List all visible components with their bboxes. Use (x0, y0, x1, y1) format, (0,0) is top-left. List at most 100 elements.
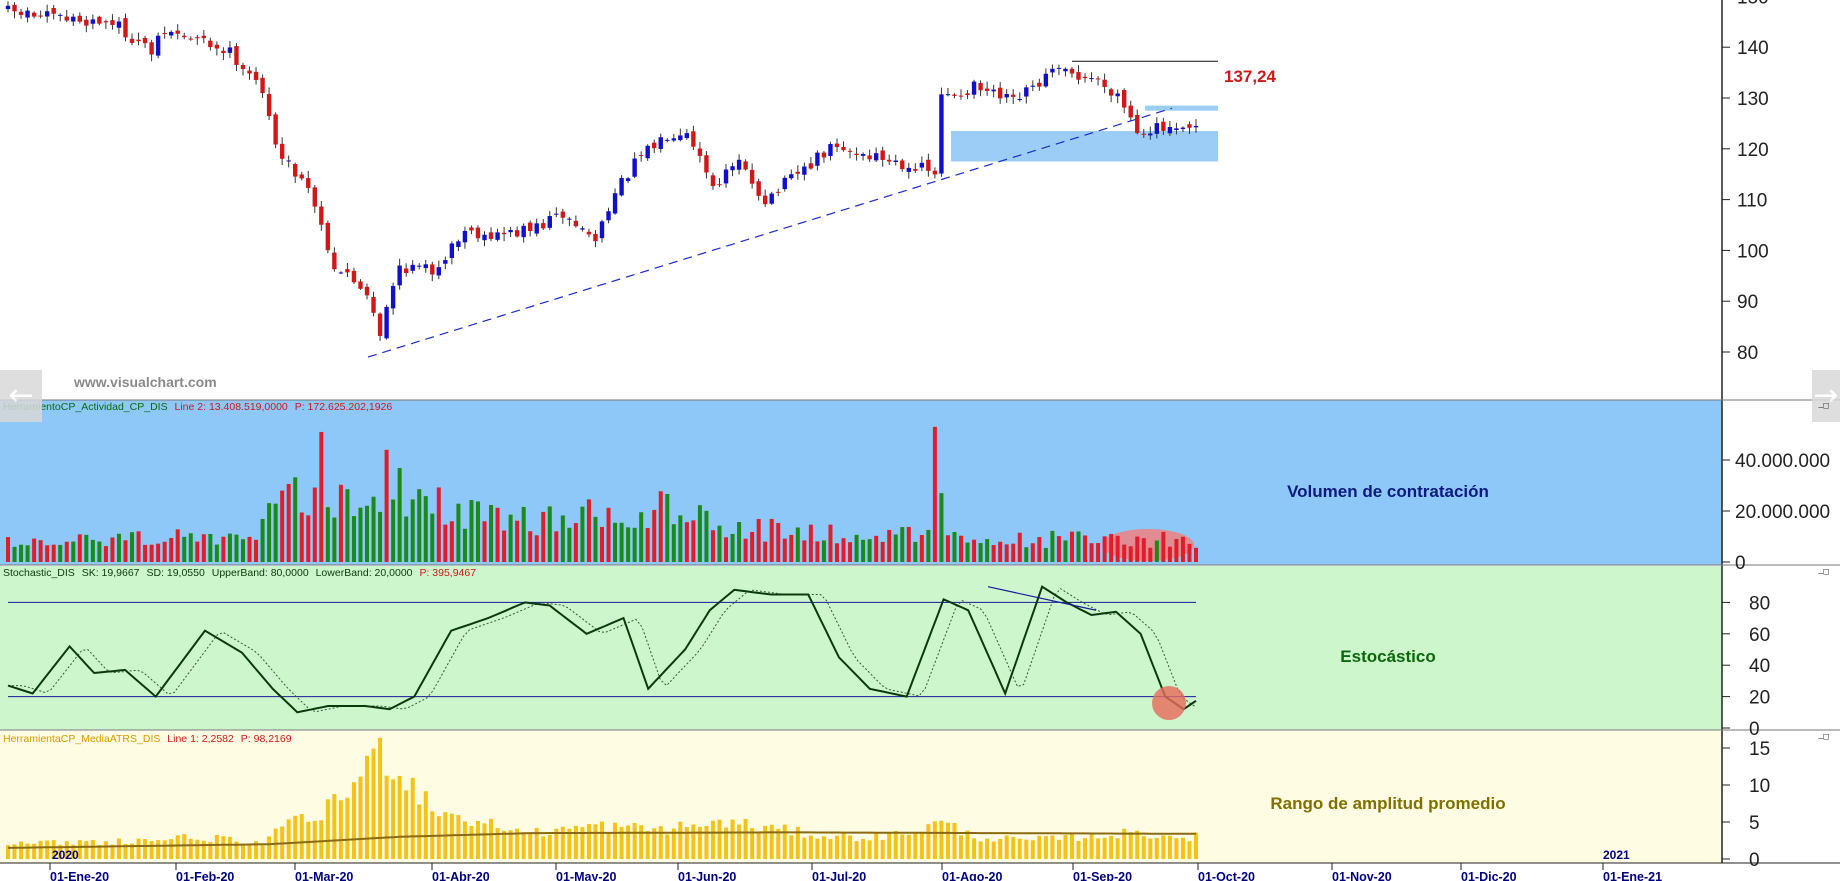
nav-right-arrow-icon[interactable]: → (1812, 370, 1840, 422)
price-tick-label: 110 (1737, 191, 1767, 212)
candle-body (508, 229, 513, 233)
atr-bar (1128, 832, 1133, 859)
candle-body (31, 12, 37, 17)
volume-bar (1174, 538, 1179, 562)
stoch-window-controls-icon[interactable]: ⚊□ (1818, 567, 1829, 577)
atr-bar (1109, 835, 1114, 859)
volume-bar (717, 525, 722, 562)
candle-body (188, 38, 193, 40)
candle-body (201, 35, 207, 39)
atr-bar (286, 819, 291, 859)
candle-body (247, 70, 252, 74)
candle-body (253, 71, 259, 80)
volume-bar (267, 503, 272, 562)
atr-bar (613, 822, 618, 859)
volume-bar (443, 524, 448, 562)
volume-bar (1050, 530, 1055, 562)
volume-bar (573, 523, 578, 562)
volume-bar (312, 487, 317, 562)
volume-bar (710, 530, 715, 562)
candle-body (129, 38, 135, 43)
atr-bar (769, 824, 774, 859)
volume-bar (110, 537, 115, 562)
candle-body (1089, 78, 1094, 80)
atr-bar (384, 775, 389, 859)
volume-bar (482, 521, 487, 562)
candle-body (743, 161, 748, 170)
volume-bar (195, 541, 200, 562)
volume-bar (730, 533, 735, 562)
price-tick-label: 80 (1737, 343, 1758, 364)
atr-bar (1050, 835, 1055, 859)
candle-body (580, 228, 585, 230)
candle-body (1063, 68, 1068, 72)
candle-body (51, 7, 56, 14)
candle-body (116, 21, 122, 28)
candle-body (423, 264, 428, 269)
atr-bar (90, 840, 95, 859)
candle-body (221, 50, 226, 54)
price-tick-label: 100 (1737, 241, 1769, 262)
atr-bar (306, 821, 311, 859)
atr-bar (378, 737, 383, 859)
volume-bar (273, 503, 278, 562)
volume-bar (834, 543, 839, 562)
volume-bar (691, 520, 696, 562)
volume-bar (945, 535, 950, 562)
atr-bar (319, 820, 324, 859)
candle-body (436, 267, 442, 276)
volume-bar (919, 534, 924, 562)
atr-bar (365, 755, 370, 859)
atr-bar (103, 841, 108, 859)
atr-bar (756, 831, 761, 859)
stoch-tick-label: 40 (1749, 656, 1770, 677)
volume-bar (64, 541, 69, 562)
candle-body (1108, 89, 1114, 96)
atr-bar (959, 835, 964, 859)
atr-bar (338, 800, 343, 859)
volume-bar (1102, 536, 1107, 562)
candle-body (208, 40, 213, 48)
volume-bar (456, 503, 461, 562)
nav-left-arrow-icon[interactable]: ← (0, 370, 42, 422)
volume-bar (606, 507, 611, 562)
atr-bar (436, 816, 441, 859)
atr-bar (136, 838, 141, 859)
candle-body (684, 133, 690, 139)
candle-body (599, 221, 605, 239)
volume-bar (332, 517, 337, 562)
atr-tick-label: 10 (1749, 776, 1770, 797)
volume-bar (828, 524, 833, 562)
candle-body (1043, 73, 1049, 87)
candle-body (155, 35, 161, 56)
volume-bar (247, 536, 252, 562)
candle-body (638, 155, 644, 157)
volume-bar (586, 499, 591, 562)
candle-body (1128, 105, 1133, 118)
volume-bar (1115, 535, 1120, 562)
atr-window-controls-icon[interactable]: ⚊□ (1818, 732, 1829, 742)
atr-bar (821, 836, 826, 859)
candle-body (345, 269, 350, 273)
x-tick-label: 01-Abr-20 (432, 870, 490, 881)
candle-body (371, 296, 376, 313)
atr-bar (737, 824, 742, 859)
atr-bar (1174, 838, 1179, 859)
candle-body (671, 138, 677, 141)
candle-body (802, 166, 807, 175)
volume-bar (286, 483, 291, 562)
volume-window-controls-icon[interactable]: ⚊□ (1818, 401, 1829, 411)
candle-body (984, 88, 990, 91)
volume-tick-label: 40.000.000 (1735, 451, 1830, 472)
volume-bar (619, 522, 624, 562)
volume-bar (1024, 547, 1029, 562)
candle-body (397, 265, 402, 286)
candle-body (965, 93, 970, 96)
candle-body (854, 153, 859, 155)
volume-bar (430, 513, 435, 562)
atr-bar (312, 820, 317, 859)
volume-bar (1122, 544, 1127, 562)
candle-body (867, 155, 872, 160)
candle-body (1167, 127, 1173, 134)
atr-bar (632, 822, 637, 859)
